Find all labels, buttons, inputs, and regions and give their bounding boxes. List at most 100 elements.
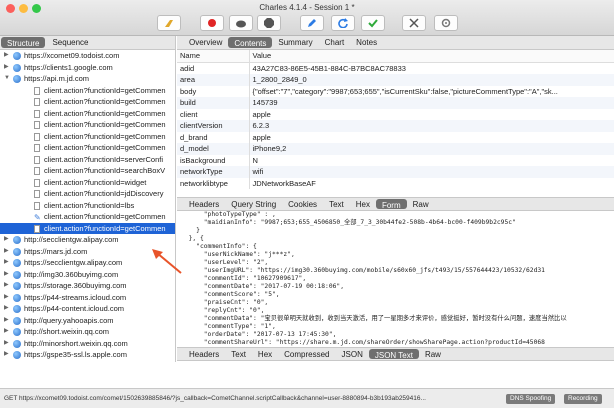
- tab-overview[interactable]: Overview: [183, 36, 228, 49]
- tree-host-row[interactable]: ▶ http://query.yahooapis.com: [0, 315, 175, 327]
- document-icon: [34, 109, 40, 118]
- tree-row-label: https://p44-streams.icloud.com: [24, 292, 127, 302]
- settings-button[interactable]: [434, 15, 458, 31]
- tab-summary[interactable]: Summary: [272, 36, 318, 49]
- response-tab-json-text[interactable]: JSON Text: [368, 349, 419, 360]
- tree-request-row[interactable]: client.action?functionId=jdDiscovery: [0, 188, 175, 200]
- disclosure-collapsed-icon[interactable]: ▶: [4, 349, 9, 361]
- tree-host-row[interactable]: ▶ https://storage.360buyimg.com: [0, 280, 175, 292]
- tree-host-row[interactable]: ▶ https://p44-content.icloud.com: [0, 303, 175, 315]
- breakpoints-button[interactable]: [257, 15, 281, 31]
- tree-request-row[interactable]: client.action?functionId=getCommen: [0, 119, 175, 131]
- disclosure-collapsed-icon[interactable]: ▶: [4, 62, 9, 74]
- globe-icon: [13, 259, 21, 267]
- table-row[interactable]: d_brand apple: [177, 131, 614, 143]
- request-tab-headers[interactable]: Headers: [183, 198, 225, 210]
- table-row[interactable]: area 1_2800_2849_0: [177, 74, 614, 86]
- response-json-text[interactable]: "photoTypeType" : , "maidianInfo": "9987…: [177, 211, 614, 347]
- disclosure-collapsed-icon[interactable]: ▶: [4, 292, 9, 304]
- table-row[interactable]: isBackground N: [177, 154, 614, 166]
- response-tab-compressed[interactable]: Compressed: [278, 348, 335, 360]
- param-name: networkType: [177, 166, 250, 178]
- tree-host-row[interactable]: ▶ http://secclientgw.alipay.com: [0, 234, 175, 246]
- clear-session-button[interactable]: [157, 15, 181, 31]
- tree-host-row[interactable]: ▶ http://img30.360buyimg.com: [0, 269, 175, 281]
- disclosure-collapsed-icon[interactable]: ▶: [4, 315, 9, 327]
- tree-request-row[interactable]: client.action?functionId=getCommen: [0, 85, 175, 97]
- table-row[interactable]: clientVersion 6.2.3: [177, 120, 614, 132]
- tree-request-row[interactable]: client.action?functionId=widget: [0, 177, 175, 189]
- status-bar: GET https://xcomet09.todoist.com/comet/1…: [0, 388, 614, 408]
- disclosure-collapsed-icon[interactable]: ▶: [4, 303, 9, 315]
- tab-contents[interactable]: Contents: [228, 37, 273, 48]
- json-line: "photoTypeType" : ,: [181, 211, 276, 218]
- table-row[interactable]: networkType wifi: [177, 166, 614, 178]
- response-tab-text[interactable]: Text: [225, 348, 252, 360]
- validate-button[interactable]: [361, 15, 385, 31]
- table-row[interactable]: d_model iPhone9,2: [177, 143, 614, 155]
- throttle-button[interactable]: [229, 15, 253, 31]
- record-button[interactable]: [200, 15, 224, 31]
- table-row[interactable]: build 145739: [177, 97, 614, 109]
- table-row[interactable]: networklibtype JDNetworkBaseAF: [177, 177, 614, 189]
- disclosure-collapsed-icon[interactable]: ▶: [4, 257, 9, 269]
- tools-button[interactable]: [402, 15, 426, 31]
- param-value: N: [252, 155, 258, 165]
- response-tab-headers[interactable]: Headers: [183, 348, 225, 360]
- tree-request-row[interactable]: client.action?functionId=getCommen: [0, 131, 175, 143]
- request-tab-query-string[interactable]: Query String: [225, 198, 282, 210]
- disclosure-collapsed-icon[interactable]: ▶: [4, 50, 9, 62]
- table-row[interactable]: body {"offset":"7","category":"9987;653;6…: [177, 85, 614, 97]
- tree-request-row[interactable]: client.action?functionId=getCommen: [0, 96, 175, 108]
- compose-button[interactable]: [300, 15, 324, 31]
- tab-sequence[interactable]: Sequence: [46, 36, 94, 49]
- tab-structure[interactable]: Structure: [1, 37, 46, 48]
- dns-spoofing-button[interactable]: DNS Spoofing: [506, 394, 556, 404]
- document-icon: [34, 224, 40, 233]
- tree-host-row[interactable]: ▶ http://minorshort.weixin.qq.com: [0, 338, 175, 350]
- tree-host-row[interactable]: ▶ http://short.weixin.qq.com: [0, 326, 175, 338]
- request-tab-form[interactable]: Form: [375, 199, 407, 210]
- disclosure-collapsed-icon[interactable]: ▶: [4, 338, 9, 350]
- disclosure-collapsed-icon[interactable]: ▶: [4, 234, 9, 246]
- request-tab-raw[interactable]: Raw: [407, 198, 435, 210]
- tree-request-row[interactable]: client.action?functionId=serverConfi: [0, 154, 175, 166]
- tree-row-label: https://p44-content.icloud.com: [24, 304, 125, 313]
- tab-chart[interactable]: Chart: [319, 36, 351, 49]
- table-row[interactable]: adid 43A27C83-86E5-45B1-884C-B7BC8AC78833: [177, 62, 614, 74]
- disclosure-collapsed-icon[interactable]: ▶: [4, 246, 9, 258]
- disclosure-expanded-icon[interactable]: ▼: [4, 73, 10, 85]
- tree-host-row[interactable]: ▶ https://gspe35-ssl.ls.apple.com: [0, 349, 175, 361]
- tree-request-row[interactable]: client.action?functionId=getCommen: [0, 142, 175, 154]
- param-name: isBackground: [177, 154, 250, 166]
- tab-notes[interactable]: Notes: [350, 36, 383, 49]
- disclosure-collapsed-icon[interactable]: ▶: [4, 326, 9, 338]
- globe-icon: [13, 52, 21, 60]
- tree-host-row[interactable]: ▶ https://xcomet09.todoist.com: [0, 50, 175, 62]
- tree-host-row[interactable]: ▶ https://clients1.google.com: [0, 62, 175, 74]
- request-tab-cookies[interactable]: Cookies: [282, 198, 323, 210]
- tree-request-row[interactable]: ✎ client.action?functionId=getCommen: [0, 211, 175, 223]
- tree-row-label: http://secclientgw.alipay.com: [24, 235, 119, 244]
- request-tab-hex[interactable]: Hex: [350, 198, 376, 210]
- tree-host-row[interactable]: ▶ https://secclientgw.alipay.com: [0, 257, 175, 269]
- tree-host-row[interactable]: ▼ https://api.m.jd.com: [0, 73, 175, 85]
- response-tab-json[interactable]: JSON: [336, 348, 369, 360]
- response-tab-raw[interactable]: Raw: [419, 348, 447, 360]
- globe-icon: [13, 328, 21, 336]
- tree-request-row[interactable]: client.action?functionId=getCommen: [0, 108, 175, 120]
- tree-host-row[interactable]: ▶ https://p44-streams.icloud.com: [0, 292, 175, 304]
- recording-button[interactable]: Recording: [564, 394, 602, 404]
- tree-row-label: client.action?functionId=getCommen: [44, 85, 166, 95]
- disclosure-collapsed-icon[interactable]: ▶: [4, 280, 9, 292]
- tree-request-row[interactable]: client.action?functionId=searchBoxV: [0, 165, 175, 177]
- tree-request-row[interactable]: client.action?functionId=lbs: [0, 200, 175, 212]
- tree-host-row[interactable]: ▶ https://mars.jd.com: [0, 246, 175, 258]
- request-tab-text[interactable]: Text: [323, 198, 350, 210]
- response-tab-hex[interactable]: Hex: [252, 348, 278, 360]
- repeat-button[interactable]: [331, 15, 355, 31]
- tree-request-row[interactable]: client.action?functionId=getCommen: [0, 222, 175, 234]
- disclosure-collapsed-icon[interactable]: ▶: [4, 269, 9, 281]
- tree-row-label: client.action?functionId=getCommen: [44, 212, 166, 221]
- table-row[interactable]: client apple: [177, 108, 614, 120]
